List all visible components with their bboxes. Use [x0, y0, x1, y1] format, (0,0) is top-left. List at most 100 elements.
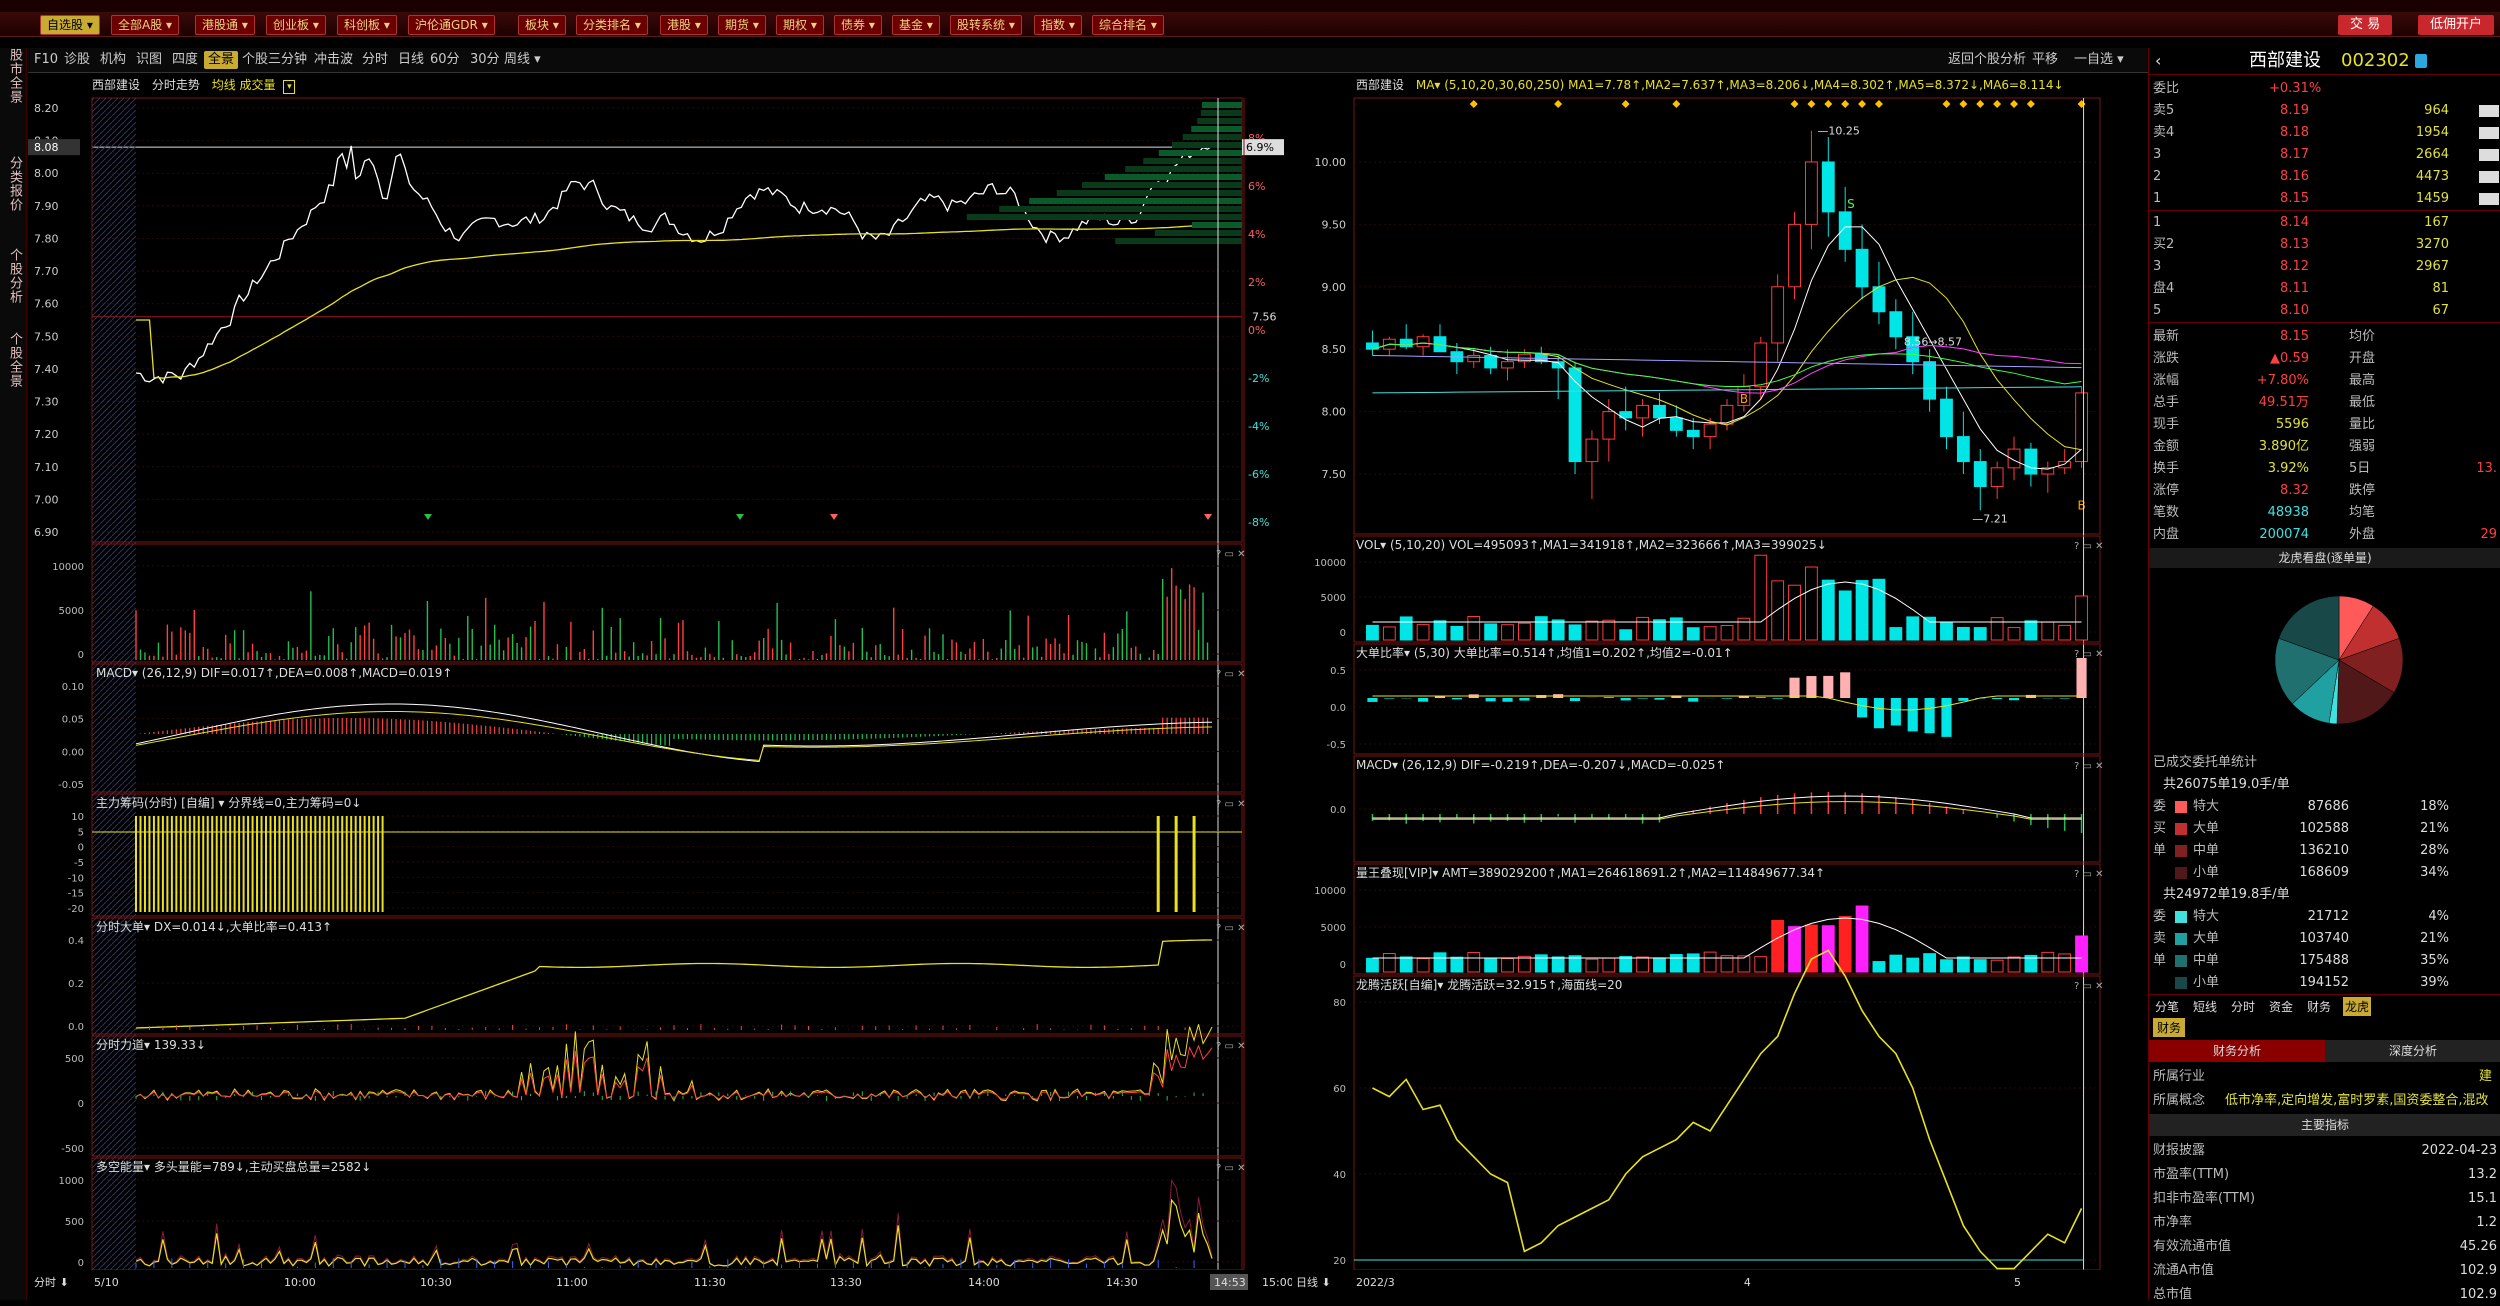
buy-stat-row: 单中单13621028% [2149, 840, 2499, 862]
buy-row: 18.14167 [2149, 212, 2499, 234]
intraday-chart-area[interactable]: 8.208.108.007.907.807.707.607.507.407.30… [28, 74, 1290, 1300]
stat-value: ▲0.59 [2209, 348, 2309, 370]
trade-button[interactable]: 交 易 [2338, 15, 2392, 35]
left-tab-1[interactable]: 分类报价 [2, 156, 24, 212]
rsub-title-lwdl: 量王叠现[VIP]▾ AMT=389029200↑,MA1=264618691.… [1356, 866, 1825, 880]
num-value: 168609 [2269, 862, 2349, 884]
toolbar-item-11[interactable]: 30分 [470, 51, 500, 69]
ddbl-bar [1519, 698, 1529, 701]
num-value: 103740 [2269, 928, 2349, 950]
ddbl-bar [1941, 698, 1951, 737]
sell-row: 38.172664 [2149, 144, 2499, 166]
candle-body [1839, 212, 1851, 249]
menu-item-7[interactable]: 分类排名 ▾ [576, 15, 648, 35]
fin-subtab-1[interactable]: 深度分析 [2325, 1040, 2500, 1062]
menu-item-0[interactable]: 自选股 ▾ [40, 15, 100, 35]
lwdl-bar [1417, 958, 1429, 972]
fin-label: 有效流通市值 [2153, 1236, 2231, 1258]
lwdl-bar [1502, 959, 1514, 972]
back-arrow-icon[interactable]: ‹ [2155, 48, 2161, 74]
buy-stat-row: 委特大8768618% [2149, 796, 2499, 818]
fin-tab[interactable]: 财务 [2153, 1018, 2185, 1037]
menu-item-9[interactable]: 期货 ▾ [718, 15, 766, 35]
toolbar-item-2[interactable]: 机构 [100, 51, 126, 69]
ddbl-bar [2076, 658, 2086, 698]
quote-tab-1[interactable]: 短线 [2191, 997, 2219, 1016]
toolbar-item-9[interactable]: 日线 [398, 51, 424, 69]
quote-tab-3[interactable]: 资金 [2267, 997, 2295, 1016]
sell-row: 28.164473 [2149, 166, 2499, 188]
lwdl-bar [1839, 917, 1851, 972]
num-value: 175488 [2269, 950, 2349, 972]
menu-item-3[interactable]: 创业板 ▾ [266, 15, 326, 35]
menu-item-4[interactable]: 科创板 ▾ [337, 15, 397, 35]
donut-chart[interactable] [2149, 570, 2500, 750]
ddbl-bar [1638, 698, 1648, 699]
sell-level: 卖4 [2153, 122, 2174, 144]
kline-ma-legend[interactable]: MA▾ (5,10,20,30,60,250) MA1=7.78↑,MA2=7.… [1416, 78, 2064, 92]
ddbl-bar [1452, 698, 1462, 699]
toolbar-item-12[interactable]: 周线 ▾ [504, 51, 541, 69]
intraday-mode[interactable]: 分时走势 [152, 78, 200, 92]
kline-chart-svg[interactable]: 10.009.509.008.508.007.50—10.25—7.218.56… [1292, 74, 2144, 1300]
rsub-tick-rmacd: 0.0 [1330, 805, 1346, 816]
open-account-button[interactable]: 低佣开户 [2418, 15, 2494, 35]
left-tab-0[interactable]: 股市全景 [2, 48, 24, 104]
kline-chart-area[interactable]: 10.009.509.008.508.007.50—10.25—7.218.56… [1292, 74, 2144, 1300]
rvol-bar [2076, 596, 2088, 640]
toolbar-item-8[interactable]: 分时 [362, 51, 388, 69]
left-tab-2[interactable]: 个股分析 [2, 248, 24, 304]
sell-bar [2479, 127, 2499, 139]
lwdl-bar [1518, 956, 1530, 972]
quote-tab-4[interactable]: 财务 [2305, 997, 2333, 1016]
toolbar-right-1[interactable]: 平移 [2032, 51, 2058, 69]
toolbar-item-6[interactable]: 个股三分钟 [242, 51, 307, 69]
pct-value: 21% [2389, 928, 2449, 950]
quote-tab-5[interactable]: 龙虎 [2343, 997, 2371, 1016]
menu-item-5[interactable]: 沪伦通GDR ▾ [408, 15, 495, 35]
lwdl-bar [1451, 957, 1463, 972]
legend-swatch [2175, 801, 2187, 813]
menu-item-6[interactable]: 板块 ▾ [518, 15, 566, 35]
left-tab-3[interactable]: 个股全景 [2, 332, 24, 388]
toolbar-right-2[interactable]: 一自选 ▾ [2074, 51, 2124, 69]
stat-row: 涨停8.32跌停 [2149, 480, 2499, 502]
menu-item-12[interactable]: 基金 ▾ [892, 15, 940, 35]
toolbar-item-4[interactable]: 四度 [172, 51, 198, 69]
sub-tick-duokong: 1000 [59, 1176, 84, 1187]
menu-item-14[interactable]: 指数 ▾ [1034, 15, 1082, 35]
side-label: 委 [2153, 906, 2166, 928]
sub-frame-duokong [92, 1158, 1242, 1270]
quote-tab-2[interactable]: 分时 [2229, 997, 2257, 1016]
menu-item-2[interactable]: 港股通 ▾ [195, 15, 255, 35]
toolbar-item-7[interactable]: 冲击波 [314, 51, 353, 69]
intraday-chart-svg[interactable]: 8.208.108.007.907.807.707.607.507.407.30… [28, 74, 1290, 1300]
quote-tab-0[interactable]: 分笔 [2153, 997, 2181, 1016]
kline-low-label: —7.21 [1972, 512, 2008, 525]
menu-item-13[interactable]: 股转系统 ▾ [950, 15, 1022, 35]
dropdown-icon[interactable]: ▾ [283, 80, 295, 94]
lidao-line2 [136, 1046, 1212, 1100]
stat-label2: 最低 [2349, 392, 2375, 414]
menu-item-15[interactable]: 综合排名 ▾ [1092, 15, 1164, 35]
legend-swatch [2175, 933, 2187, 945]
menu-item-8[interactable]: 港股 ▾ [660, 15, 708, 35]
toolbar-item-5[interactable]: 全景 [204, 51, 238, 69]
sub-tick-zlcm: -10 [68, 873, 84, 884]
quote-flag-icon[interactable] [2415, 54, 2427, 68]
buy-price: 8.12 [2249, 256, 2309, 278]
menu-item-10[interactable]: 期权 ▾ [776, 15, 824, 35]
buy-level: 3 [2153, 256, 2161, 278]
toolbar-item-0[interactable]: F10 [34, 51, 58, 69]
toolbar-right-0[interactable]: 返回个股分析 [1948, 51, 2026, 69]
toolbar-item-1[interactable]: 诊股 [64, 51, 90, 69]
toolbar-item-10[interactable]: 60分 [430, 51, 460, 69]
menu-item-1[interactable]: 全部A股 ▾ [111, 15, 179, 35]
entrust-title-row: 已成交委托单统计 [2149, 752, 2499, 774]
signal-diamond [1672, 100, 1680, 108]
price-tick-label: 7.10 [34, 461, 59, 474]
fin-subtab-0[interactable]: 财务分析 [2149, 1040, 2325, 1062]
stat-row: 金额3.890亿强弱 [2149, 436, 2499, 458]
menu-item-11[interactable]: 债券 ▾ [834, 15, 882, 35]
toolbar-item-3[interactable]: 识图 [136, 51, 162, 69]
